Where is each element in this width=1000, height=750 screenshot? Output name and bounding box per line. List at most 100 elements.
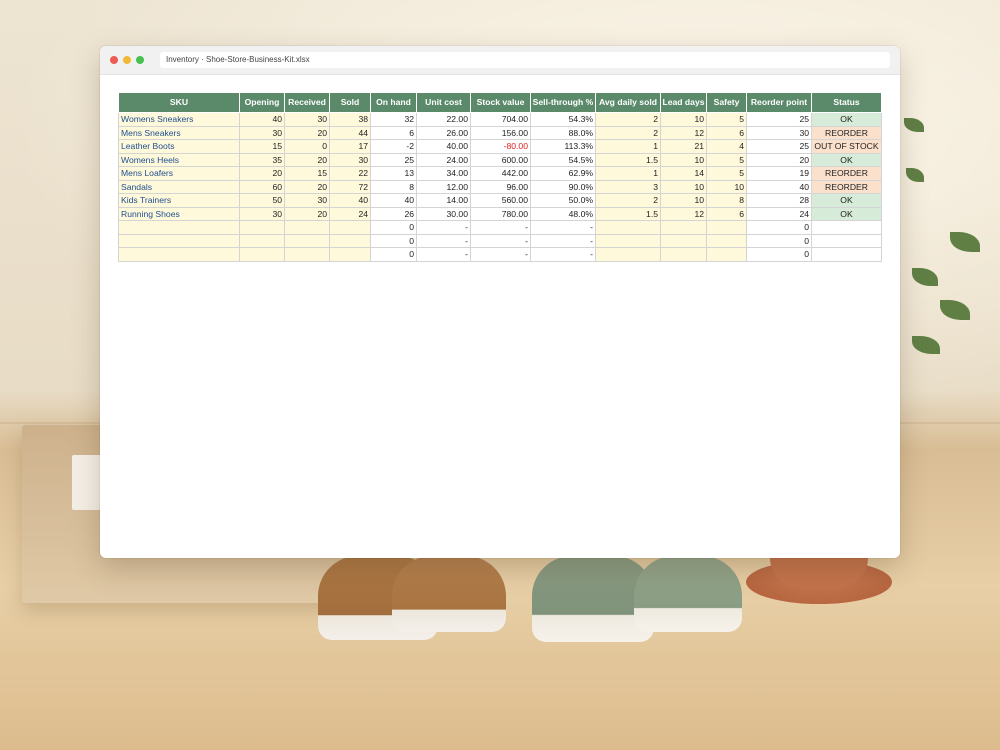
cell-received[interactable]	[284, 247, 330, 262]
cell-lead-days[interactable]: 10	[660, 193, 707, 208]
cell-reorder-point[interactable]: 20	[746, 152, 812, 167]
column-header-stock-value[interactable]: Stock value	[470, 92, 531, 113]
cell-lead-days[interactable]: 12	[660, 206, 707, 221]
column-header-opening[interactable]: Opening	[239, 92, 285, 113]
cell-unit-cost[interactable]: 24.00	[416, 152, 471, 167]
cell-safety[interactable]: 4	[706, 139, 747, 154]
cell-opening[interactable]	[239, 233, 285, 248]
cell-received[interactable]: 30	[284, 112, 330, 127]
cell-opening[interactable]: 20	[239, 166, 285, 181]
cell-on-hand[interactable]: 26	[370, 206, 417, 221]
cell-sku[interactable]: Womens Sneakers	[118, 112, 240, 127]
cell-lead-days[interactable]: 10	[660, 112, 707, 127]
cell-sold[interactable]: 40	[329, 193, 371, 208]
cell-stock-value[interactable]: 442.00	[470, 166, 531, 181]
cell-reorder-point[interactable]: 25	[746, 112, 812, 127]
cell-lead-days[interactable]	[660, 220, 707, 235]
cell-sku[interactable]	[118, 247, 240, 262]
cell-opening[interactable]: 15	[239, 139, 285, 154]
cell-sold[interactable]	[329, 233, 371, 248]
cell-sell-through[interactable]: -	[530, 233, 596, 248]
cell-opening[interactable]: 60	[239, 179, 285, 194]
cell-reorder-point[interactable]: 40	[746, 179, 812, 194]
cell-status[interactable]	[811, 233, 882, 248]
cell-on-hand[interactable]: 13	[370, 166, 417, 181]
cell-sku[interactable]: Womens Heels	[118, 152, 240, 167]
cell-reorder-point[interactable]: 0	[746, 233, 812, 248]
cell-unit-cost[interactable]: -	[416, 233, 471, 248]
cell-safety[interactable]: 6	[706, 206, 747, 221]
maximize-window-icon[interactable]	[136, 56, 144, 64]
column-header-avg-daily-sold[interactable]: Avg daily sold	[595, 92, 661, 113]
cell-avg-daily-sold[interactable]: 2	[595, 125, 661, 140]
cell-lead-days[interactable]: 14	[660, 166, 707, 181]
cell-sku[interactable]: Kids Trainers	[118, 193, 240, 208]
cell-avg-daily-sold[interactable]	[595, 220, 661, 235]
cell-opening[interactable]	[239, 247, 285, 262]
cell-sku[interactable]: Mens Sneakers	[118, 125, 240, 140]
cell-safety[interactable]: 6	[706, 125, 747, 140]
column-header-sold[interactable]: Sold	[329, 92, 371, 113]
cell-on-hand[interactable]: 0	[370, 220, 417, 235]
cell-sold[interactable]: 22	[329, 166, 371, 181]
cell-sold[interactable]: 24	[329, 206, 371, 221]
cell-status[interactable]: OK	[811, 112, 882, 127]
cell-received[interactable]: 20	[284, 152, 330, 167]
cell-sold[interactable]: 44	[329, 125, 371, 140]
column-header-received[interactable]: Received	[284, 92, 330, 113]
cell-safety[interactable]	[706, 220, 747, 235]
column-header-on-hand[interactable]: On hand	[370, 92, 417, 113]
cell-unit-cost[interactable]: 22.00	[416, 112, 471, 127]
cell-lead-days[interactable]	[660, 233, 707, 248]
cell-sell-through[interactable]: 48.0%	[530, 206, 596, 221]
cell-sku[interactable]	[118, 233, 240, 248]
cell-avg-daily-sold[interactable]: 1	[595, 139, 661, 154]
cell-sell-through[interactable]: 88.0%	[530, 125, 596, 140]
cell-reorder-point[interactable]: 25	[746, 139, 812, 154]
cell-reorder-point[interactable]: 0	[746, 220, 812, 235]
minimize-window-icon[interactable]	[123, 56, 131, 64]
cell-stock-value[interactable]: 704.00	[470, 112, 531, 127]
cell-sku[interactable]: Sandals	[118, 179, 240, 194]
cell-stock-value[interactable]: -80.00	[470, 139, 531, 154]
cell-on-hand[interactable]: 8	[370, 179, 417, 194]
cell-reorder-point[interactable]: 19	[746, 166, 812, 181]
cell-on-hand[interactable]: 25	[370, 152, 417, 167]
cell-unit-cost[interactable]: -	[416, 220, 471, 235]
cell-sell-through[interactable]: 62.9%	[530, 166, 596, 181]
cell-received[interactable]: 30	[284, 193, 330, 208]
cell-safety[interactable]: 5	[706, 112, 747, 127]
cell-sell-through[interactable]: 54.3%	[530, 112, 596, 127]
cell-avg-daily-sold[interactable]	[595, 233, 661, 248]
cell-status[interactable]: REORDER	[811, 179, 882, 194]
cell-status[interactable]: OK	[811, 152, 882, 167]
cell-unit-cost[interactable]: 26.00	[416, 125, 471, 140]
cell-sell-through[interactable]: -	[530, 220, 596, 235]
cell-status[interactable]: OUT OF STOCK	[811, 139, 882, 154]
cell-avg-daily-sold[interactable]: 3	[595, 179, 661, 194]
cell-avg-daily-sold[interactable]: 2	[595, 193, 661, 208]
cell-reorder-point[interactable]: 24	[746, 206, 812, 221]
cell-status[interactable]: OK	[811, 206, 882, 221]
cell-status[interactable]	[811, 247, 882, 262]
column-header-reorder-point[interactable]: Reorder point	[746, 92, 812, 113]
cell-opening[interactable]: 40	[239, 112, 285, 127]
cell-on-hand[interactable]: 40	[370, 193, 417, 208]
cell-reorder-point[interactable]: 28	[746, 193, 812, 208]
cell-on-hand[interactable]: 0	[370, 247, 417, 262]
column-header-safety[interactable]: Safety	[706, 92, 747, 113]
cell-sku[interactable]: Mens Loafers	[118, 166, 240, 181]
cell-reorder-point[interactable]: 30	[746, 125, 812, 140]
cell-avg-daily-sold[interactable]: 1	[595, 166, 661, 181]
cell-lead-days[interactable]	[660, 247, 707, 262]
cell-sell-through[interactable]: 54.5%	[530, 152, 596, 167]
cell-sold[interactable]: 72	[329, 179, 371, 194]
cell-opening[interactable]: 50	[239, 193, 285, 208]
cell-sell-through[interactable]: 90.0%	[530, 179, 596, 194]
cell-avg-daily-sold[interactable]: 1.5	[595, 152, 661, 167]
cell-sell-through[interactable]: -	[530, 247, 596, 262]
cell-unit-cost[interactable]: 14.00	[416, 193, 471, 208]
cell-lead-days[interactable]: 21	[660, 139, 707, 154]
cell-received[interactable]: 20	[284, 125, 330, 140]
cell-on-hand[interactable]: 0	[370, 233, 417, 248]
